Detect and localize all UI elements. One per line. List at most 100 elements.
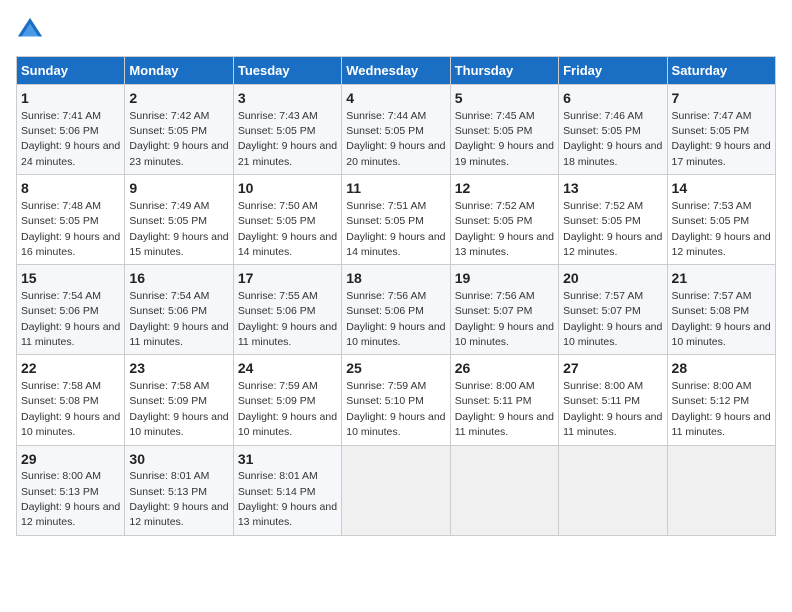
day-number: 15 [21, 269, 120, 289]
calendar-week-row: 1Sunrise: 7:41 AMSunset: 5:06 PMDaylight… [17, 85, 776, 175]
day-info: Sunrise: 7:57 AMSunset: 5:07 PMDaylight:… [563, 290, 662, 348]
weekday-header-row: SundayMondayTuesdayWednesdayThursdayFrid… [17, 57, 776, 85]
calendar-cell: 5Sunrise: 7:45 AMSunset: 5:05 PMDaylight… [450, 85, 558, 175]
day-number: 27 [563, 359, 662, 379]
calendar-cell [450, 445, 558, 535]
calendar-cell: 10Sunrise: 7:50 AMSunset: 5:05 PMDayligh… [233, 175, 341, 265]
calendar-cell: 17Sunrise: 7:55 AMSunset: 5:06 PMDayligh… [233, 265, 341, 355]
day-number: 24 [238, 359, 337, 379]
day-info: Sunrise: 7:52 AMSunset: 5:05 PMDaylight:… [455, 200, 554, 258]
day-number: 12 [455, 179, 554, 199]
day-info: Sunrise: 8:01 AMSunset: 5:13 PMDaylight:… [129, 470, 228, 528]
day-info: Sunrise: 7:42 AMSunset: 5:05 PMDaylight:… [129, 110, 228, 168]
day-info: Sunrise: 7:59 AMSunset: 5:09 PMDaylight:… [238, 380, 337, 438]
day-info: Sunrise: 7:49 AMSunset: 5:05 PMDaylight:… [129, 200, 228, 258]
calendar-table: SundayMondayTuesdayWednesdayThursdayFrid… [16, 56, 776, 536]
day-number: 21 [672, 269, 771, 289]
calendar-cell: 7Sunrise: 7:47 AMSunset: 5:05 PMDaylight… [667, 85, 775, 175]
calendar-cell: 19Sunrise: 7:56 AMSunset: 5:07 PMDayligh… [450, 265, 558, 355]
day-number: 3 [238, 89, 337, 109]
calendar-cell: 21Sunrise: 7:57 AMSunset: 5:08 PMDayligh… [667, 265, 775, 355]
day-info: Sunrise: 7:56 AMSunset: 5:06 PMDaylight:… [346, 290, 445, 348]
day-info: Sunrise: 7:57 AMSunset: 5:08 PMDaylight:… [672, 290, 771, 348]
calendar-cell: 25Sunrise: 7:59 AMSunset: 5:10 PMDayligh… [342, 355, 450, 445]
day-info: Sunrise: 7:47 AMSunset: 5:05 PMDaylight:… [672, 110, 771, 168]
calendar-cell: 8Sunrise: 7:48 AMSunset: 5:05 PMDaylight… [17, 175, 125, 265]
calendar-cell: 20Sunrise: 7:57 AMSunset: 5:07 PMDayligh… [559, 265, 667, 355]
day-info: Sunrise: 8:00 AMSunset: 5:11 PMDaylight:… [563, 380, 662, 438]
calendar-cell: 15Sunrise: 7:54 AMSunset: 5:06 PMDayligh… [17, 265, 125, 355]
calendar-cell: 24Sunrise: 7:59 AMSunset: 5:09 PMDayligh… [233, 355, 341, 445]
day-number: 22 [21, 359, 120, 379]
day-info: Sunrise: 7:45 AMSunset: 5:05 PMDaylight:… [455, 110, 554, 168]
calendar-week-row: 22Sunrise: 7:58 AMSunset: 5:08 PMDayligh… [17, 355, 776, 445]
day-info: Sunrise: 7:56 AMSunset: 5:07 PMDaylight:… [455, 290, 554, 348]
day-number: 20 [563, 269, 662, 289]
day-number: 13 [563, 179, 662, 199]
day-info: Sunrise: 7:50 AMSunset: 5:05 PMDaylight:… [238, 200, 337, 258]
calendar-cell [342, 445, 450, 535]
day-info: Sunrise: 7:41 AMSunset: 5:06 PMDaylight:… [21, 110, 120, 168]
calendar-cell: 28Sunrise: 8:00 AMSunset: 5:12 PMDayligh… [667, 355, 775, 445]
logo [16, 16, 48, 44]
day-number: 5 [455, 89, 554, 109]
calendar-cell: 31Sunrise: 8:01 AMSunset: 5:14 PMDayligh… [233, 445, 341, 535]
day-number: 31 [238, 450, 337, 470]
calendar-cell: 2Sunrise: 7:42 AMSunset: 5:05 PMDaylight… [125, 85, 233, 175]
calendar-cell: 22Sunrise: 7:58 AMSunset: 5:08 PMDayligh… [17, 355, 125, 445]
page-header [16, 16, 776, 44]
calendar-cell [559, 445, 667, 535]
weekday-header-friday: Friday [559, 57, 667, 85]
calendar-cell [667, 445, 775, 535]
day-number: 19 [455, 269, 554, 289]
day-number: 26 [455, 359, 554, 379]
day-info: Sunrise: 7:51 AMSunset: 5:05 PMDaylight:… [346, 200, 445, 258]
calendar-cell: 9Sunrise: 7:49 AMSunset: 5:05 PMDaylight… [125, 175, 233, 265]
day-info: Sunrise: 8:00 AMSunset: 5:11 PMDaylight:… [455, 380, 554, 438]
day-info: Sunrise: 7:54 AMSunset: 5:06 PMDaylight:… [21, 290, 120, 348]
day-number: 8 [21, 179, 120, 199]
day-number: 17 [238, 269, 337, 289]
day-info: Sunrise: 8:01 AMSunset: 5:14 PMDaylight:… [238, 470, 337, 528]
day-number: 4 [346, 89, 445, 109]
day-info: Sunrise: 7:58 AMSunset: 5:08 PMDaylight:… [21, 380, 120, 438]
calendar-week-row: 15Sunrise: 7:54 AMSunset: 5:06 PMDayligh… [17, 265, 776, 355]
weekday-header-wednesday: Wednesday [342, 57, 450, 85]
calendar-cell: 29Sunrise: 8:00 AMSunset: 5:13 PMDayligh… [17, 445, 125, 535]
day-number: 11 [346, 179, 445, 199]
day-number: 6 [563, 89, 662, 109]
day-number: 28 [672, 359, 771, 379]
day-info: Sunrise: 7:55 AMSunset: 5:06 PMDaylight:… [238, 290, 337, 348]
calendar-cell: 30Sunrise: 8:01 AMSunset: 5:13 PMDayligh… [125, 445, 233, 535]
day-number: 14 [672, 179, 771, 199]
calendar-cell: 1Sunrise: 7:41 AMSunset: 5:06 PMDaylight… [17, 85, 125, 175]
day-number: 23 [129, 359, 228, 379]
day-number: 9 [129, 179, 228, 199]
day-info: Sunrise: 7:53 AMSunset: 5:05 PMDaylight:… [672, 200, 771, 258]
day-info: Sunrise: 7:48 AMSunset: 5:05 PMDaylight:… [21, 200, 120, 258]
calendar-week-row: 29Sunrise: 8:00 AMSunset: 5:13 PMDayligh… [17, 445, 776, 535]
calendar-cell: 23Sunrise: 7:58 AMSunset: 5:09 PMDayligh… [125, 355, 233, 445]
calendar-cell: 4Sunrise: 7:44 AMSunset: 5:05 PMDaylight… [342, 85, 450, 175]
day-info: Sunrise: 7:52 AMSunset: 5:05 PMDaylight:… [563, 200, 662, 258]
day-info: Sunrise: 7:54 AMSunset: 5:06 PMDaylight:… [129, 290, 228, 348]
day-number: 25 [346, 359, 445, 379]
day-info: Sunrise: 7:59 AMSunset: 5:10 PMDaylight:… [346, 380, 445, 438]
calendar-cell: 14Sunrise: 7:53 AMSunset: 5:05 PMDayligh… [667, 175, 775, 265]
day-info: Sunrise: 7:43 AMSunset: 5:05 PMDaylight:… [238, 110, 337, 168]
calendar-cell: 26Sunrise: 8:00 AMSunset: 5:11 PMDayligh… [450, 355, 558, 445]
calendar-cell: 13Sunrise: 7:52 AMSunset: 5:05 PMDayligh… [559, 175, 667, 265]
day-number: 1 [21, 89, 120, 109]
calendar-cell: 3Sunrise: 7:43 AMSunset: 5:05 PMDaylight… [233, 85, 341, 175]
calendar-cell: 27Sunrise: 8:00 AMSunset: 5:11 PMDayligh… [559, 355, 667, 445]
calendar-cell: 12Sunrise: 7:52 AMSunset: 5:05 PMDayligh… [450, 175, 558, 265]
calendar-cell: 18Sunrise: 7:56 AMSunset: 5:06 PMDayligh… [342, 265, 450, 355]
day-number: 2 [129, 89, 228, 109]
day-info: Sunrise: 7:44 AMSunset: 5:05 PMDaylight:… [346, 110, 445, 168]
day-number: 7 [672, 89, 771, 109]
calendar-week-row: 8Sunrise: 7:48 AMSunset: 5:05 PMDaylight… [17, 175, 776, 265]
day-info: Sunrise: 8:00 AMSunset: 5:13 PMDaylight:… [21, 470, 120, 528]
weekday-header-thursday: Thursday [450, 57, 558, 85]
day-number: 18 [346, 269, 445, 289]
weekday-header-sunday: Sunday [17, 57, 125, 85]
